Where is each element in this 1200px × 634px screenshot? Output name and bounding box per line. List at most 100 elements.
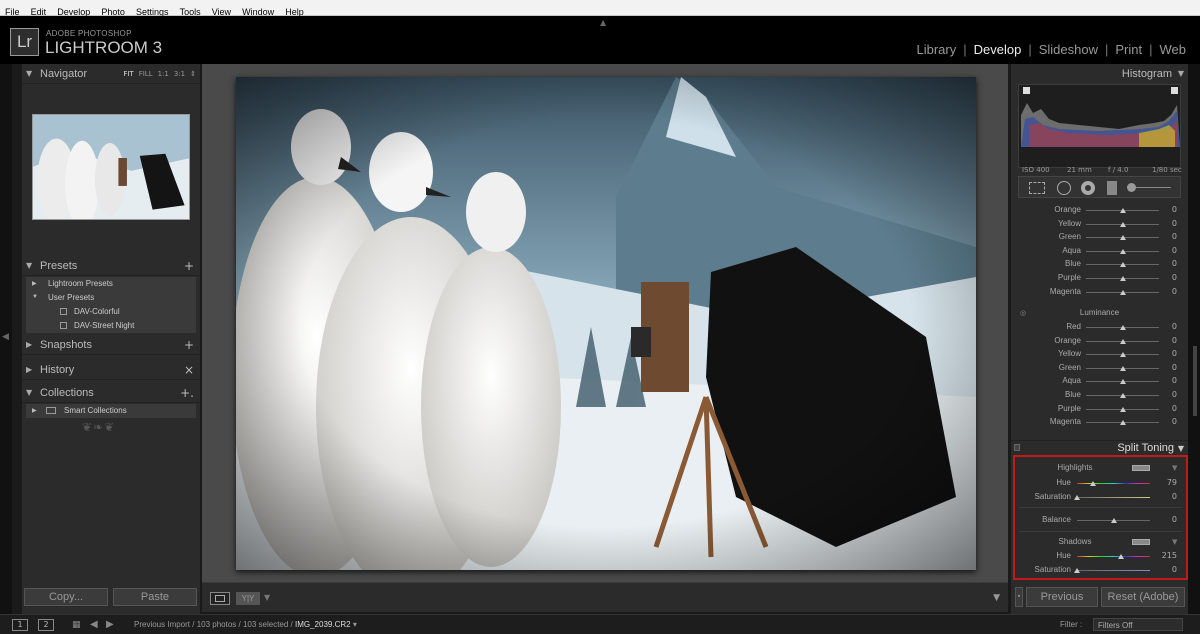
slider-thumb[interactable] (1119, 262, 1126, 268)
red-eye-icon[interactable] (1081, 181, 1095, 195)
add-snapshot-button[interactable]: + (184, 338, 194, 352)
luminance-purple-slider[interactable]: Purple 0 (1011, 403, 1188, 416)
swatch-dropdown-icon[interactable]: ▼ (1172, 464, 1177, 472)
luminance-blue-slider[interactable]: Blue 0 (1011, 389, 1188, 402)
module-library[interactable]: Library (916, 42, 956, 57)
navigator-preview[interactable] (32, 114, 190, 220)
add-preset-button[interactable]: + (184, 259, 194, 273)
scrollbar-thumb[interactable] (1193, 346, 1197, 416)
smart-collections-folder[interactable]: ▶ Smart Collections (26, 404, 196, 418)
zoom-more-icon[interactable]: ⇕ (190, 70, 196, 78)
swatch-dropdown-icon[interactable]: ▼ (1172, 538, 1177, 546)
module-web[interactable]: Web (1160, 42, 1187, 57)
snapshots-header[interactable]: ▶ Snapshots + (22, 337, 200, 355)
highlights-saturation-slider[interactable]: Saturation 0 (1015, 491, 1186, 504)
toolbar-options-icon[interactable]: ▼ (993, 593, 1000, 603)
slider-thumb[interactable] (1119, 248, 1126, 254)
hsl-orange-slider[interactable]: Orange 0 (1011, 204, 1188, 217)
module-develop[interactable]: Develop (974, 42, 1022, 57)
histogram[interactable]: ISO 400 21 mm f / 4.0 1/80 sec (1018, 84, 1182, 174)
before-after-button[interactable]: Y|Y (236, 592, 260, 605)
left-panel-edge[interactable]: ◀ (0, 64, 12, 614)
grid-icon[interactable]: ▦ (72, 620, 81, 630)
crop-icon[interactable] (1029, 182, 1045, 194)
screen-2-button[interactable]: 2 (38, 619, 54, 631)
add-collection-button[interactable]: +. (180, 386, 194, 400)
luminance-orange-slider[interactable]: Orange 0 (1011, 335, 1188, 348)
panel-switch-icon[interactable]: ▪ (1015, 587, 1023, 607)
slider-thumb[interactable] (1119, 393, 1126, 398)
slider-thumb[interactable] (1074, 568, 1080, 573)
split-toning-header[interactable]: Split Toning ▼ (1011, 440, 1188, 456)
left-panel-toggle-icon[interactable]: ◀ (2, 332, 9, 342)
filter-dropdown[interactable]: Filters Off (1093, 618, 1183, 631)
shadows-hue-slider[interactable]: Hue 215 (1015, 550, 1186, 563)
zoom-fit[interactable]: FIT (123, 70, 133, 78)
preset-item-dav-street-night[interactable]: DAV-Street Night (26, 319, 196, 333)
loupe-view-button[interactable] (210, 592, 230, 605)
balance-slider[interactable]: Balance 0 (1015, 514, 1186, 527)
luminance-red-slider[interactable]: Red 0 (1011, 321, 1188, 334)
collapse-triangle-icon[interactable]: ▼ (1178, 69, 1184, 78)
previous-button[interactable]: Previous (1026, 587, 1098, 607)
module-slideshow[interactable]: Slideshow (1039, 42, 1098, 57)
slider-thumb[interactable] (1119, 352, 1126, 358)
zoom-1-1[interactable]: 1:1 (158, 70, 169, 78)
back-arrow-icon[interactable]: ◀ (90, 619, 98, 630)
slider-thumb[interactable] (1119, 276, 1126, 281)
collections-header[interactable]: ▼ Collections +. (22, 385, 200, 403)
preset-folder-lightroom[interactable]: ▶ Lightroom Presets (26, 277, 196, 291)
hsl-green-slider[interactable]: Green 0 (1011, 231, 1188, 244)
preset-item-dav-colorful[interactable]: DAV-Colorful (26, 305, 196, 319)
slider-thumb[interactable] (1119, 379, 1126, 385)
brush-handle-icon[interactable] (1127, 183, 1136, 192)
main-photo[interactable] (236, 77, 976, 570)
slider-thumb[interactable] (1110, 518, 1117, 523)
spot-removal-icon[interactable] (1057, 181, 1071, 195)
panel-switch-icon[interactable] (1014, 444, 1020, 451)
slider-thumb[interactable] (1119, 208, 1126, 213)
navigator-header[interactable]: ▼ Navigator FIT FILL 1:1 3:1 ⇕ (22, 66, 200, 84)
copy-settings-button[interactable]: Copy... (24, 588, 108, 606)
dropdown-icon[interactable]: ▾ (353, 620, 357, 629)
slider-thumb[interactable] (1119, 325, 1126, 330)
right-panel-scrollbar[interactable] (1191, 64, 1199, 614)
filmstrip-source-path[interactable]: Previous Import / 103 photos / 103 selec… (134, 620, 357, 629)
highlights-hue-slider[interactable]: Hue 79 (1015, 477, 1186, 490)
zoom-fill[interactable]: FILL (139, 70, 153, 78)
clear-history-button[interactable]: × (184, 363, 194, 377)
slider-thumb[interactable] (1119, 420, 1126, 426)
paste-settings-button[interactable]: Paste (113, 588, 197, 606)
slider-thumb[interactable] (1119, 289, 1126, 295)
presets-header[interactable]: ▼ Presets + (22, 258, 200, 276)
slider-thumb[interactable] (1119, 406, 1126, 412)
highlights-color-swatch[interactable] (1132, 465, 1150, 471)
before-after-dropdown-icon[interactable]: ▼ (264, 593, 270, 602)
zoom-3-1[interactable]: 3:1 (174, 70, 185, 78)
slider-thumb[interactable] (1117, 554, 1124, 559)
hsl-magenta-slider[interactable]: Magenta 0 (1011, 286, 1188, 299)
reset-button[interactable]: Reset (Adobe) (1101, 587, 1185, 607)
luminance-green-slider[interactable]: Green 0 (1011, 362, 1188, 375)
slider-thumb[interactable] (1074, 495, 1080, 500)
hsl-aqua-slider[interactable]: Aqua 0 (1011, 245, 1188, 258)
history-header[interactable]: ▶ History × (22, 362, 200, 380)
preset-folder-user[interactable]: ▼ User Presets (26, 291, 196, 305)
graduated-filter-icon[interactable] (1107, 181, 1117, 195)
slider-thumb[interactable] (1119, 235, 1126, 241)
luminance-yellow-slider[interactable]: Yellow 0 (1011, 348, 1188, 361)
hsl-purple-slider[interactable]: Purple 0 (1011, 272, 1188, 285)
slider-thumb[interactable] (1119, 338, 1126, 344)
forward-arrow-icon[interactable]: ▶ (106, 619, 114, 630)
screen-1-button[interactable]: 1 (12, 619, 28, 631)
slider-thumb[interactable] (1119, 365, 1126, 371)
shadows-color-swatch[interactable] (1132, 539, 1150, 545)
slider-thumb[interactable] (1119, 221, 1126, 227)
luminance-aqua-slider[interactable]: Aqua 0 (1011, 375, 1188, 388)
module-print[interactable]: Print (1115, 42, 1142, 57)
top-panel-toggle-icon[interactable]: ▲ (600, 18, 606, 27)
slider-thumb[interactable] (1090, 481, 1097, 486)
hsl-yellow-slider[interactable]: Yellow 0 (1011, 218, 1188, 231)
luminance-magenta-slider[interactable]: Magenta 0 (1011, 416, 1188, 429)
hsl-blue-slider[interactable]: Blue 0 (1011, 258, 1188, 271)
